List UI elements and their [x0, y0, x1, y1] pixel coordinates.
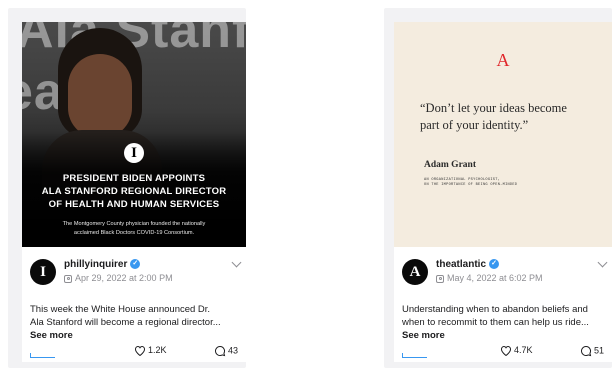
- like-button[interactable]: 1.2K: [134, 345, 167, 357]
- avatar[interactable]: A: [402, 259, 428, 285]
- heart-icon: [500, 346, 512, 357]
- inquirer-logo-icon: I: [124, 143, 144, 163]
- headline-line: PRESIDENT BIDEN APPOINTS: [62, 173, 206, 184]
- post-date: May 4, 2022 at 6:02 PM: [447, 273, 543, 283]
- author-description: AN ORGANIZATIONAL PSYCHOLOGIST, ON THE I…: [424, 178, 517, 188]
- comment-count: 51: [593, 345, 604, 356]
- caption-line: This week the White House announced Dr.: [30, 304, 211, 315]
- instagram-icon: [436, 274, 444, 283]
- see-more-link[interactable]: See more: [402, 329, 606, 342]
- like-button[interactable]: 4.7K: [500, 345, 533, 357]
- caption-line: Ala Stanford will become a regional dire…: [30, 317, 221, 328]
- verified-icon: ✓: [489, 259, 500, 270]
- see-more-link[interactable]: See more: [30, 329, 240, 342]
- caption-line: when to recommit to them can help us rid…: [402, 317, 589, 328]
- caption-line: Understanding when to abandon beliefs an…: [402, 304, 588, 315]
- post-info: I phillyinquirer ✓ Apr 29, 2022 at 2:00 P…: [22, 247, 246, 362]
- post-caption: This week the White House announced Dr. …: [30, 303, 240, 342]
- heart-icon: [134, 346, 146, 357]
- image-subhead: The Montgomery County physician founded …: [32, 220, 236, 238]
- comment-count: 43: [227, 345, 238, 356]
- verified-icon: ✓: [130, 259, 141, 270]
- instagram-icon: [64, 274, 72, 283]
- post-card-theatlantic: A “Don’t let your ideas become part of y…: [384, 8, 612, 368]
- headline-line: ALA STANFORD REGIONAL DIRECTOR: [41, 186, 227, 197]
- post-image[interactable]: A “Don’t let your ideas become part of y…: [394, 22, 612, 250]
- comment-button[interactable]: 51: [580, 345, 604, 357]
- account-name[interactable]: theatlantic: [436, 259, 486, 270]
- avatar[interactable]: I: [30, 259, 56, 285]
- like-count: 4.7K: [514, 345, 533, 355]
- post-date-row: May 4, 2022 at 6:02 PM: [436, 273, 543, 283]
- chevron-down-icon[interactable]: [231, 257, 242, 268]
- share-icon[interactable]: [30, 353, 55, 358]
- image-headline: PRESIDENT BIDEN APPOINTS ALA STANFORD RE…: [26, 172, 242, 211]
- post-info: A theatlantic ✓ May 4, 2022 at 6:02 PM Un…: [394, 247, 612, 362]
- post-actions: 4.7K 51: [394, 343, 612, 359]
- account-name-row: theatlantic ✓: [436, 259, 500, 270]
- person-face: [68, 54, 132, 138]
- quote-author: Adam Grant: [424, 160, 476, 170]
- post-image[interactable]: Ala Stanf ealt I PRESIDENT BIDEN APPOINT…: [22, 22, 246, 247]
- comment-icon: [581, 345, 592, 357]
- atlantic-logo-icon: A: [496, 50, 510, 70]
- post-date: Apr 29, 2022 at 2:00 PM: [75, 273, 173, 283]
- quote-line: “Don’t let your ideas become: [420, 101, 567, 115]
- quote-line: part of your identity.”: [420, 118, 529, 132]
- comment-icon: [215, 345, 226, 357]
- post-date-row: Apr 29, 2022 at 2:00 PM: [64, 273, 173, 283]
- like-count: 1.2K: [148, 345, 167, 355]
- share-icon[interactable]: [402, 353, 427, 358]
- quote-text: “Don’t let your ideas become part of you…: [420, 100, 596, 134]
- account-name[interactable]: phillyinquirer: [64, 259, 127, 270]
- post-actions: 1.2K 43: [22, 343, 246, 359]
- subhead-line: acclaimed Black Doctors COVID-19 Consort…: [73, 230, 195, 236]
- chevron-down-icon[interactable]: [597, 257, 608, 268]
- subhead-line: The Montgomery County physician founded …: [62, 221, 206, 227]
- account-name-row: phillyinquirer ✓: [64, 259, 141, 270]
- headline-line: OF HEALTH AND HUMAN SERVICES: [48, 199, 220, 210]
- author-description-line: ON THE IMPORTANCE OF BEING OPEN-MINDED: [424, 183, 518, 187]
- post-caption: Understanding when to abandon beliefs an…: [402, 303, 606, 342]
- comment-button[interactable]: 43: [214, 345, 238, 357]
- post-card-phillyinquirer: Ala Stanf ealt I PRESIDENT BIDEN APPOINT…: [8, 8, 246, 368]
